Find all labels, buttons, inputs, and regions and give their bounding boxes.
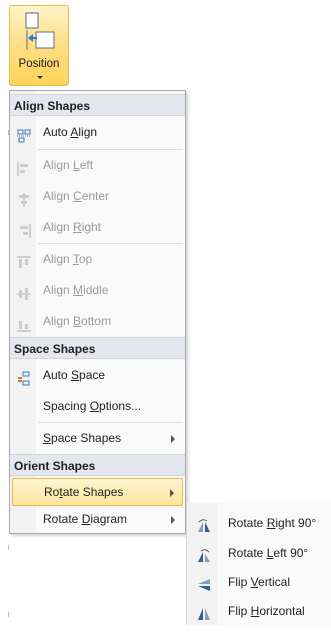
rotate-right-label-post: ight 90° <box>275 516 317 530</box>
align-bottom-accesskey: B <box>73 314 82 328</box>
align-center-label-pre: Align <box>43 189 74 203</box>
align-bottom-item[interactable]: Align Bottom <box>10 306 185 337</box>
spacing-options-label-pre: Spacing <box>43 399 90 413</box>
submenu-arrow-icon <box>170 489 174 497</box>
space-shapes-item[interactable]: Space Shapes <box>10 423 185 454</box>
auto-space-icon <box>16 368 32 386</box>
align-bottom-label-post: ottom <box>81 314 112 328</box>
rotate-shapes-submenu: Rotate Right 90° Rotate Left 90° Flip Ve… <box>186 503 331 625</box>
align-bottom-icon <box>16 314 32 332</box>
rotate-diagram-label-post: iagram <box>90 512 128 526</box>
align-center-accesskey: C <box>73 189 82 203</box>
rotate-diagram-label-pre: Rotate <box>43 512 82 526</box>
align-right-item[interactable]: Align Right <box>10 212 185 243</box>
align-top-label-pre: Align <box>43 252 73 266</box>
position-label: Position <box>18 58 60 70</box>
rotate-diagram-item[interactable]: Rotate Diagram <box>10 506 185 533</box>
align-left-accesskey: L <box>73 158 80 172</box>
align-left-item[interactable]: Align Left <box>10 150 185 181</box>
align-right-accesskey: R <box>73 220 82 234</box>
align-top-item[interactable]: Align Top <box>10 244 185 275</box>
rotate-left-icon <box>196 545 212 562</box>
align-middle-label-pre: Align <box>43 283 74 297</box>
spacing-options-item[interactable]: Spacing Options... <box>10 391 185 422</box>
flip-horizontal-icon <box>196 603 212 620</box>
auto-align-label-post: lign <box>78 125 98 139</box>
auto-space-label-pre: Auto <box>43 368 72 382</box>
auto-align-label-pre: Auto <box>43 125 71 139</box>
align-middle-icon <box>16 283 32 300</box>
align-center-label-post: enter <box>81 189 110 203</box>
position-icon <box>24 12 56 55</box>
align-right-icon <box>16 220 32 238</box>
rotate-left-label-pre: Rotate <box>228 546 267 560</box>
edge-mark <box>8 612 9 617</box>
dropdown-caret-icon <box>37 76 43 79</box>
edge-mark <box>8 545 9 550</box>
rotate-shapes-label-post: ate Shapes <box>62 485 124 499</box>
flip-horizontal-label-pre: Flip <box>228 604 251 618</box>
flip-vertical-icon <box>196 574 212 591</box>
space-shapes-accesskey: S <box>43 431 52 445</box>
auto-space-label-post: pace <box>79 368 106 382</box>
submenu-arrow-icon <box>171 435 175 443</box>
rotate-left-label-post: eft 90° <box>273 546 309 560</box>
align-bottom-label-pre: Align <box>43 314 74 328</box>
orient-shapes-header: Orient Shapes <box>10 454 185 476</box>
space-shapes-label-post: pace Shapes <box>51 431 122 445</box>
align-right-label-pre: Align <box>43 220 74 234</box>
align-middle-label-post: iddle <box>83 283 109 297</box>
align-top-label-post: op <box>78 252 93 266</box>
auto-space-item[interactable]: Auto Space <box>10 360 185 391</box>
flip-horizontal-item[interactable]: Flip Horizontal <box>187 596 331 626</box>
position-button[interactable]: Position <box>9 5 69 86</box>
flip-vertical-item[interactable]: Flip Vertical <box>187 567 331 597</box>
rotate-left-item[interactable]: Rotate Left 90° <box>187 538 331 568</box>
align-left-label-post: eft <box>79 158 94 172</box>
flip-horizontal-label-post: orizontal <box>259 604 305 618</box>
auto-space-accesskey: S <box>71 368 80 382</box>
rotate-shapes-label-pre: Ro <box>44 485 60 499</box>
align-middle-item[interactable]: Align Middle <box>10 275 185 306</box>
align-center-icon <box>16 189 32 207</box>
align-top-icon <box>16 252 32 268</box>
submenu-arrow-icon <box>171 516 175 524</box>
space-shapes-header: Space Shapes <box>10 337 185 359</box>
rotate-right-icon <box>196 515 212 532</box>
flip-vertical-label-post: ertical <box>258 575 291 589</box>
align-middle-accesskey: M <box>73 283 84 297</box>
rotate-shapes-item[interactable]: Rotate Shapes <box>12 478 183 506</box>
align-left-icon <box>16 158 32 176</box>
align-left-label-pre: Align <box>43 158 74 172</box>
rotate-right-item[interactable]: Rotate Right 90° <box>187 508 331 538</box>
spacing-options-label-post: ptions... <box>99 399 142 413</box>
align-center-item[interactable]: Align Center <box>10 181 185 212</box>
rotate-right-label-pre: Rotate <box>228 516 267 530</box>
auto-align-icon <box>16 125 32 143</box>
auto-align-item[interactable]: Auto Align <box>10 117 185 148</box>
align-shapes-header: Align Shapes <box>10 94 185 116</box>
flip-vertical-label-pre: Flip <box>228 575 251 589</box>
align-right-label-post: ight <box>81 220 102 234</box>
flip-vertical-accesskey: V <box>250 575 259 589</box>
position-menu: Align Shapes Auto Align Align Left Align… <box>9 90 186 534</box>
spacing-options-accesskey: O <box>89 399 100 413</box>
